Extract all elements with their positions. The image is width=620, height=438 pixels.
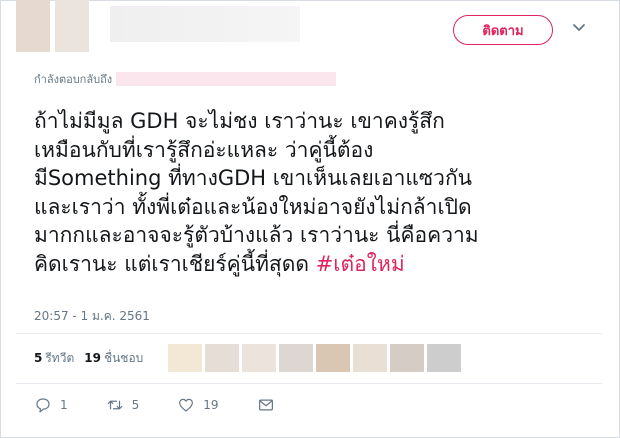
tweet-stats: 5 รีทวีต 19 ชื่นชอบ	[34, 349, 143, 368]
divider	[16, 383, 602, 384]
follow-button[interactable]: ติดตาม	[453, 15, 553, 45]
tweet-timestamp[interactable]: 20:57 - 1 ม.ค. 2561	[34, 307, 150, 326]
likes-stat[interactable]: 19 ชื่นชอบ	[84, 349, 143, 368]
liker-avatar[interactable]	[427, 344, 461, 372]
retweets-stat[interactable]: 5 รีทวีต	[34, 349, 74, 368]
liker-avatars	[168, 344, 461, 372]
likes-label: ชื่นชอบ	[103, 351, 144, 365]
tweet-actions: 1 5 19	[34, 396, 313, 414]
tweet-text: ถ้าไม่มีมูล GDH จะไม่ชง เราว่านะ เขาคงรู…	[34, 107, 594, 278]
retweets-label: รีทวีต	[45, 351, 75, 365]
retweet-icon	[107, 400, 122, 410]
tweet-body: ถ้าไม่มีมูล GDH จะไม่ชง เราว่านะ เขาคงรู…	[34, 109, 479, 276]
retweets-count: 5	[34, 351, 43, 365]
speech-bubble-icon	[36, 398, 50, 413]
reply-prefix: กำลังตอบกลับถึง	[34, 73, 113, 86]
likes-count: 19	[84, 351, 101, 365]
liker-avatar[interactable]	[390, 344, 424, 372]
envelope-icon	[258, 399, 273, 411]
liker-avatar[interactable]	[205, 344, 239, 372]
reply-context: กำลังตอบกลับถึง	[34, 70, 337, 88]
divider	[16, 333, 602, 334]
retweet-button[interactable]: 5	[106, 396, 140, 414]
retweet-count: 5	[131, 398, 140, 412]
liker-avatar[interactable]	[242, 344, 276, 372]
liker-avatar[interactable]	[316, 344, 350, 372]
heart-icon	[179, 398, 194, 412]
liker-avatar[interactable]	[279, 344, 313, 372]
author-name-blurred[interactable]	[110, 6, 300, 42]
reply-button[interactable]: 1	[34, 396, 68, 414]
author-avatar-blurred-2	[55, 0, 89, 52]
chevron-down-icon[interactable]	[571, 20, 587, 36]
hashtag-link[interactable]: #เต๋อใหม่	[316, 252, 405, 276]
direct-message-button[interactable]	[257, 396, 275, 414]
like-button[interactable]: 19	[177, 396, 219, 414]
reply-target-blurred[interactable]	[116, 72, 337, 86]
liker-avatar[interactable]	[168, 344, 202, 372]
like-count: 19	[203, 398, 219, 412]
liker-avatar[interactable]	[353, 344, 387, 372]
author-avatar-blurred[interactable]	[16, 0, 50, 52]
reply-count: 1	[60, 398, 68, 412]
